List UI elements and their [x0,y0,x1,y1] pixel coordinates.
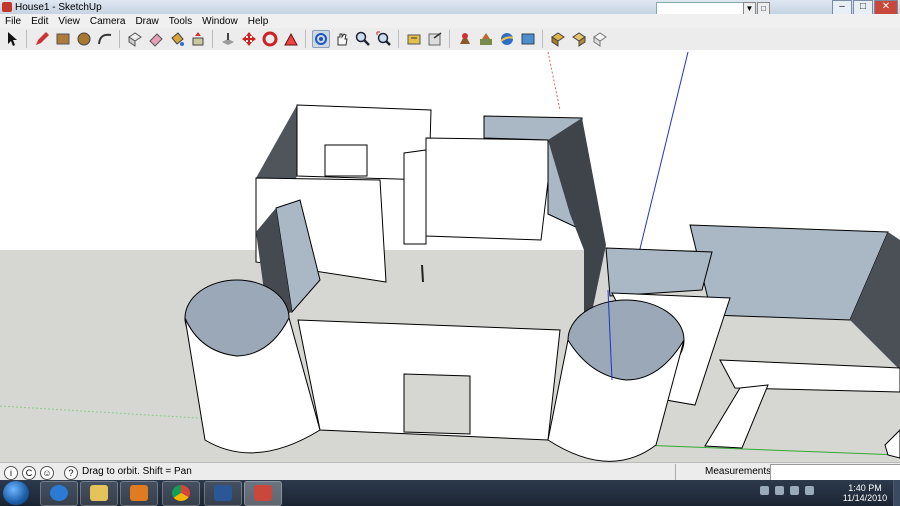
word-icon [214,485,232,501]
toolbar-separator [212,30,213,48]
menu-view[interactable]: View [53,16,85,27]
windows-taskbar: 1:40 PM 11/14/2010 [0,480,900,506]
sketchup-icon [254,485,272,501]
window-controls: – □ ✕ [831,0,898,15]
menu-bar: File Edit View Camera Draw Tools Window … [0,14,900,28]
measurements-label: Measurements [705,466,772,477]
minimize-button[interactable]: – [832,0,852,15]
menu-tools[interactable]: Tools [164,16,197,27]
info-icon[interactable]: i [4,466,18,480]
clock-date: 11/14/2010 [842,493,888,503]
sketchup-app-icon [2,2,12,12]
clock-time: 1:40 PM [848,483,882,493]
model-viewport[interactable] [0,50,900,462]
orbit-tool-icon[interactable] [312,30,330,48]
photo-textures-icon[interactable] [519,30,537,48]
middle-back-wall [425,137,554,241]
system-tray [760,486,820,495]
chrome-icon [172,485,190,501]
menu-camera[interactable]: Camera [85,16,131,27]
rectangle-tool-icon[interactable] [54,30,72,48]
menu-help[interactable]: Help [243,16,274,27]
select-tool-icon[interactable] [3,30,21,48]
toggle-terrain-icon[interactable] [477,30,495,48]
taskbar-ie-button[interactable] [40,481,78,506]
taskbar-sketchup-button[interactable] [244,481,282,506]
network-icon[interactable] [775,486,784,495]
toolbar-separator [305,30,306,48]
taskbar-clock[interactable]: 1:40 PM 11/14/2010 [838,483,892,503]
share-model-icon[interactable] [426,30,444,48]
ceiling-post [421,264,424,283]
tray-arrow-icon[interactable] [760,486,769,495]
menu-edit[interactable]: Edit [26,16,53,27]
taskbar-chrome-button[interactable] [162,481,200,506]
toolbar-separator [26,30,27,48]
pan-hand-icon[interactable] [333,30,351,48]
zoom-extents-icon[interactable] [375,30,393,48]
maximize-button[interactable]: □ [853,0,873,15]
paint-bucket-icon[interactable] [168,30,186,48]
pencil-tool-icon[interactable] [33,30,51,48]
taskbar-word-button[interactable] [204,481,242,506]
volume-icon[interactable] [790,486,799,495]
front-door-opening [403,373,471,435]
google-earth-icon[interactable] [498,30,516,48]
doorway-frame [403,149,427,245]
status-divider [675,464,676,480]
zoom-tool-icon[interactable] [354,30,372,48]
right-hall-wall [605,247,713,297]
menu-file[interactable]: File [0,16,26,27]
menu-window[interactable]: Window [197,16,243,27]
components-icon[interactable] [549,30,567,48]
scale-tool-icon[interactable] [282,30,300,48]
toolbar-separator [398,30,399,48]
credits-icon[interactable]: C [22,466,36,480]
toolbar-separator [119,30,120,48]
help-icon[interactable]: ? [64,466,78,480]
status-bar: i C ☺ ? Drag to orbit. Shift = Pan Measu… [0,462,900,482]
follow-me-icon[interactable] [219,30,237,48]
taskbar-explorer-button[interactable] [80,481,118,506]
battery-icon[interactable] [805,486,814,495]
circle-tool-icon[interactable] [75,30,93,48]
start-button-icon[interactable] [3,481,29,505]
taskbar-media-button[interactable] [120,481,158,506]
push-pull-icon[interactable] [189,30,207,48]
show-desktop-button[interactable] [893,480,900,506]
materials-icon[interactable] [570,30,588,48]
menu-draw[interactable]: Draw [130,16,163,27]
window-title: House1 - SketchUp [15,1,102,13]
user-icon[interactable]: ☺ [40,466,54,480]
main-toolbar [0,28,900,51]
move-tool-icon[interactable] [240,30,258,48]
toolbar-separator [449,30,450,48]
house-model-drawing[interactable] [0,50,900,462]
eraser-icon[interactable] [147,30,165,48]
internet-explorer-icon [50,485,68,501]
make-component-icon[interactable] [126,30,144,48]
status-hint: Drag to orbit. Shift = Pan [82,466,192,477]
media-player-icon [130,485,148,501]
get-models-icon[interactable] [405,30,423,48]
rotate-tool-icon[interactable] [261,30,279,48]
window-opening [324,144,368,177]
toolbar-separator [542,30,543,48]
close-button[interactable]: ✕ [874,0,898,15]
styles-icon[interactable] [591,30,609,48]
arc-tool-icon[interactable] [96,30,114,48]
add-location-icon[interactable] [456,30,474,48]
folder-icon [90,485,108,501]
